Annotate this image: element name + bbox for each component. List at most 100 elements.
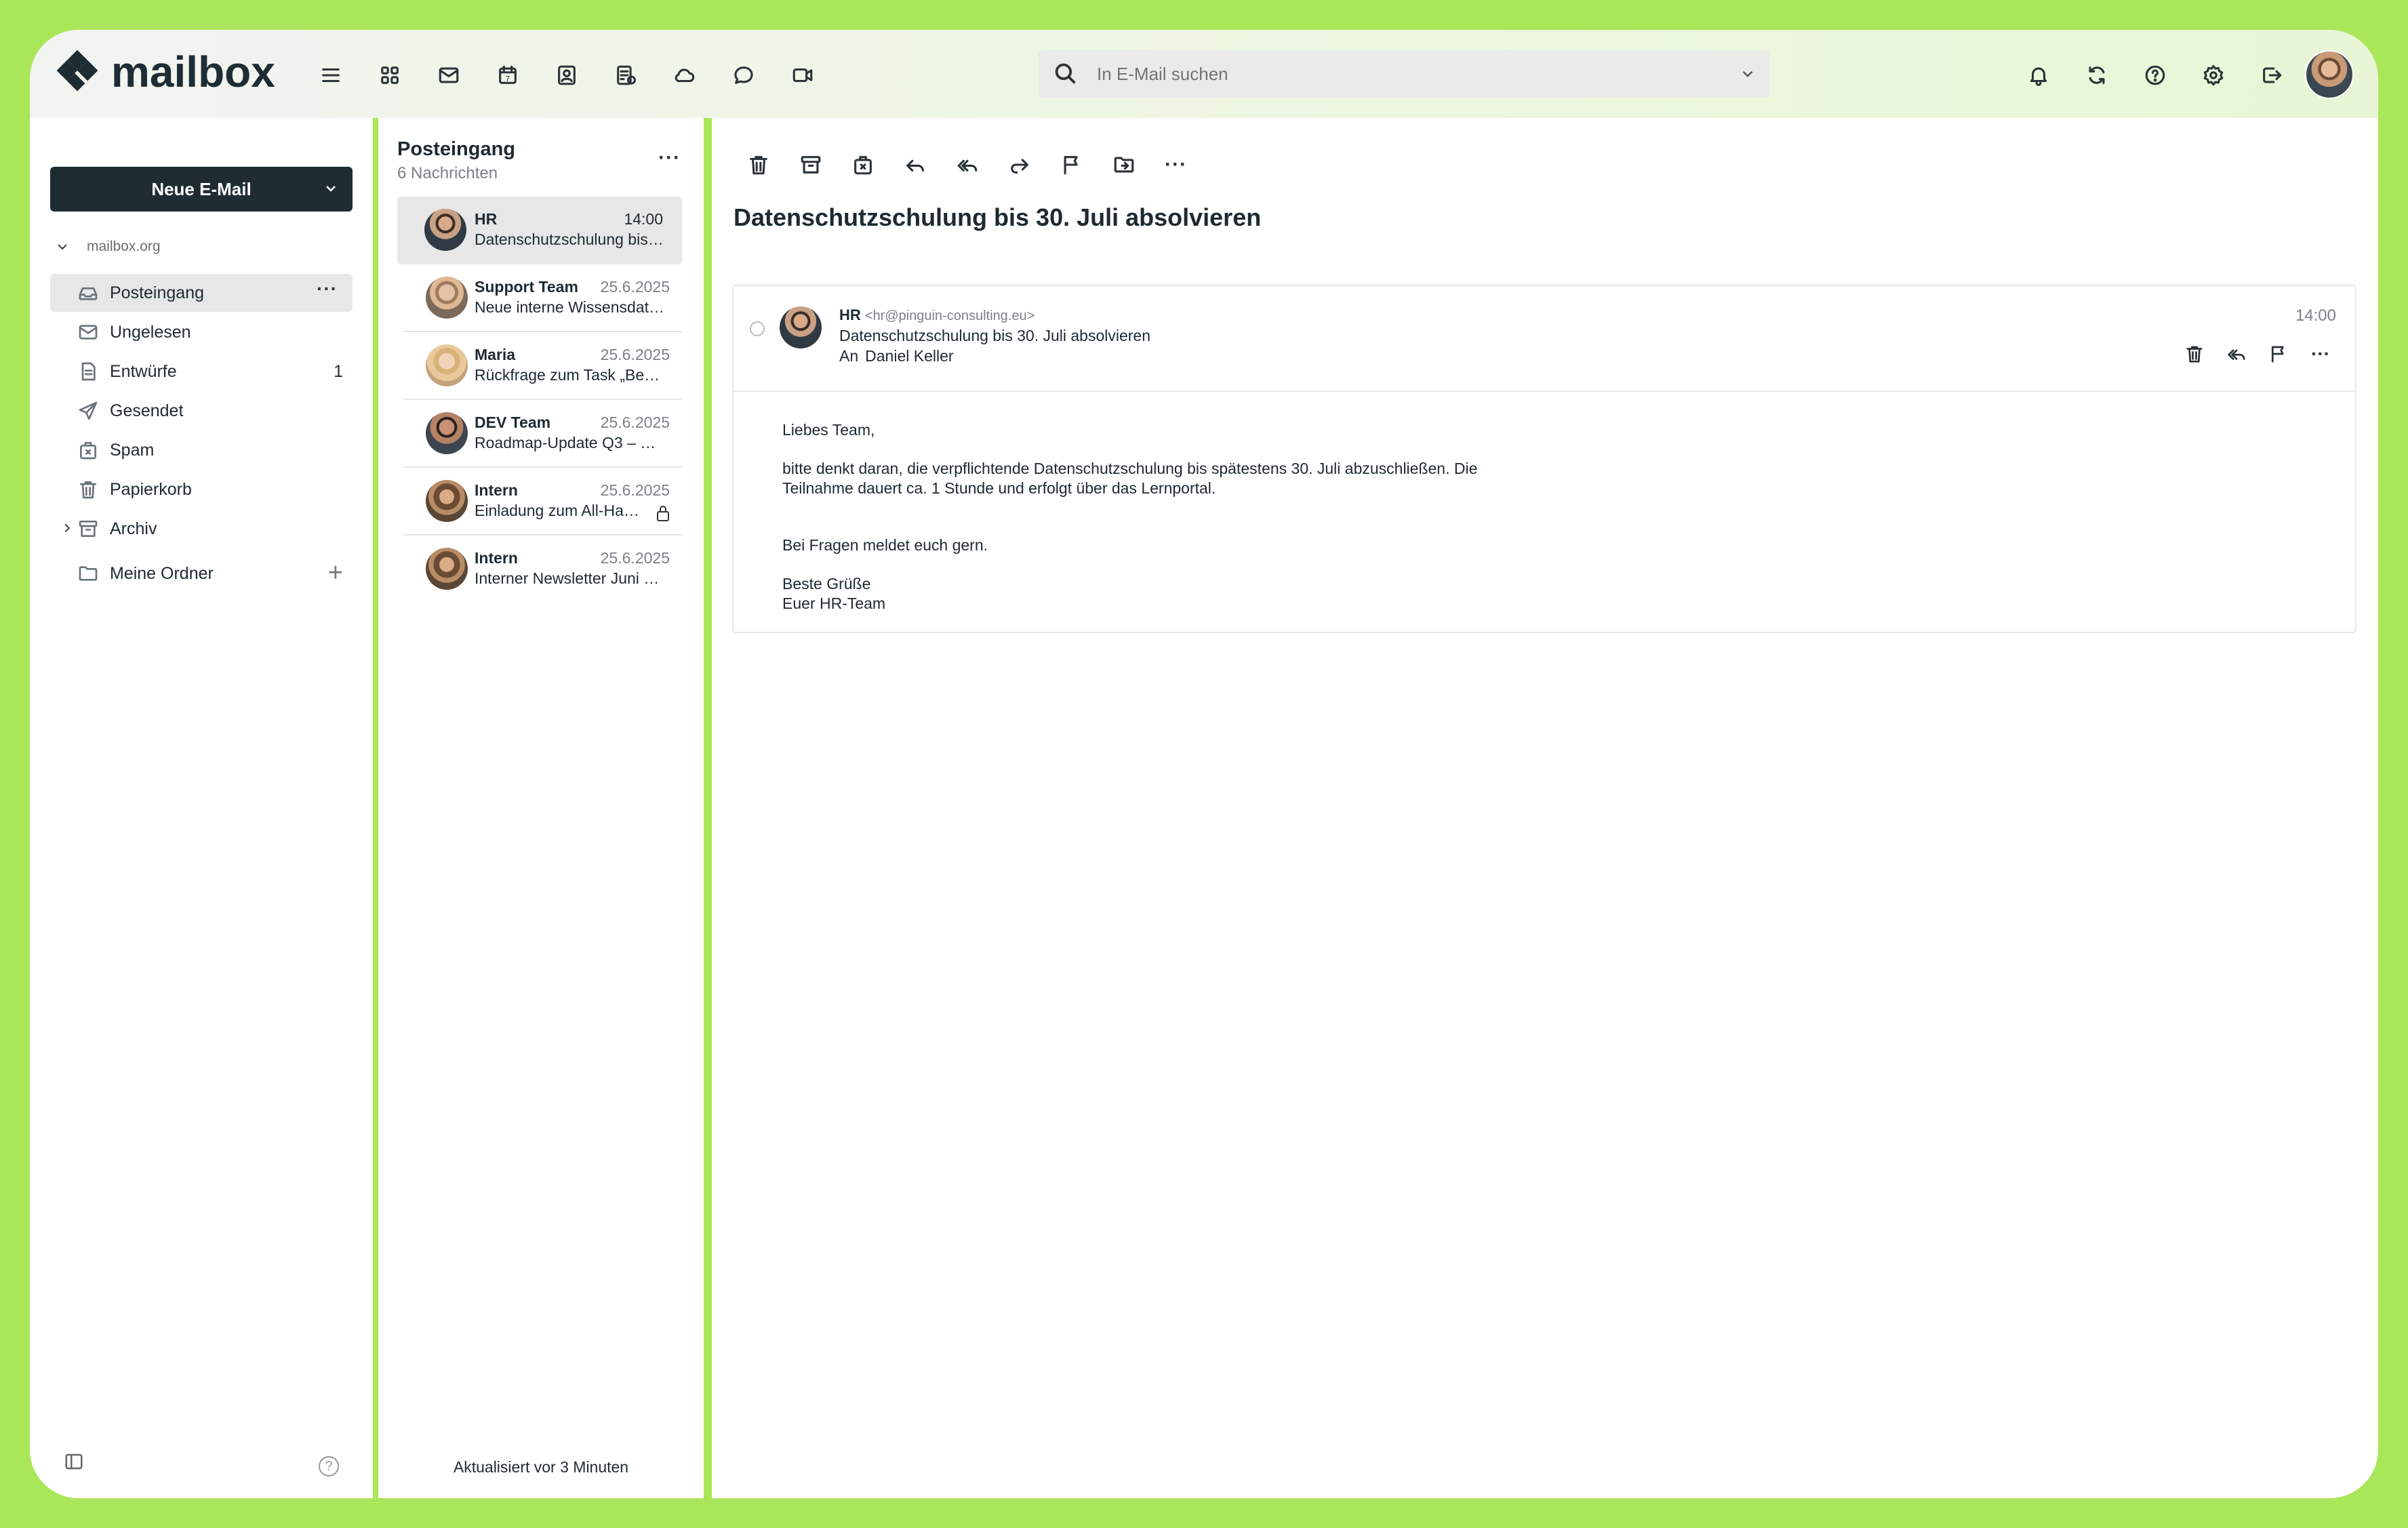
- trash-icon[interactable]: [732, 148, 784, 182]
- new-email-label: Neue E-Mail: [151, 178, 252, 199]
- folder-label: Spam: [110, 440, 155, 460]
- folder-more-icon[interactable]: ···: [317, 278, 338, 300]
- list-status: Aktualisiert vor 3 Minuten: [453, 1458, 629, 1476]
- email-body: Liebes Team, bitte denkt daran, die verp…: [782, 420, 1477, 614]
- mail-icon[interactable]: [419, 57, 478, 94]
- folder-label: Papierkorb: [110, 479, 192, 499]
- reply-all-icon[interactable]: [941, 148, 993, 182]
- forward-icon[interactable]: [993, 148, 1045, 182]
- folder-label: Ungelesen: [110, 322, 191, 342]
- email-recipients: An Daniel Keller: [839, 347, 954, 365]
- message-item[interactable]: HR 14:00 Datenschutzschulung bis 30. Jul…: [397, 197, 682, 264]
- refresh-icon[interactable]: [2068, 57, 2126, 94]
- trash-icon[interactable]: [2173, 340, 2215, 367]
- sender-address: <hr@pinguin-consulting.eu>: [864, 308, 1035, 323]
- chevron-down-icon[interactable]: [323, 180, 339, 201]
- flag-icon[interactable]: [1045, 148, 1098, 182]
- email-card: HR <hr@pinguin-consulting.eu> Datenschutz…: [732, 285, 2356, 633]
- email-sender[interactable]: HR <hr@pinguin-consulting.eu>: [839, 306, 1035, 324]
- more-icon[interactable]: ···: [1150, 148, 1202, 182]
- menu-icon[interactable]: [301, 57, 360, 94]
- folder-trash[interactable]: Papierkorb: [50, 470, 353, 508]
- message-item[interactable]: Intern 25.6.2025 Einladung zum All-Hands…: [397, 468, 689, 536]
- avatar: [426, 548, 468, 590]
- contacts-icon[interactable]: [537, 57, 596, 94]
- message-time: 25.6.2025: [600, 346, 670, 363]
- message-subject: Einladung zum All-Hands-Meeting: [475, 502, 644, 519]
- message-item[interactable]: Maria 25.6.2025 Rückfrage zum Task „Benu…: [397, 332, 689, 400]
- list-title: Posteingang: [397, 138, 516, 160]
- account-name: mailbox.org: [87, 239, 161, 254]
- reply-all-icon[interactable]: [2215, 340, 2258, 367]
- panel-divider: [373, 118, 378, 1498]
- message-list: Posteingang 6 Nachrichten ··· HR 14:00 D…: [378, 118, 704, 1498]
- message-subject: Interner Newsletter Juni 2025: [475, 569, 664, 587]
- top-bar: mailbox 7: [30, 30, 2378, 118]
- flag-icon[interactable]: [2258, 340, 2300, 367]
- folder-drafts[interactable]: Entwürfe 1: [50, 353, 353, 390]
- folder-unread[interactable]: Ungelesen: [50, 313, 353, 351]
- message-item[interactable]: DEV Team 25.6.2025 Roadmap-Update Q3 – B…: [397, 400, 689, 468]
- folder-label: Gesendet: [110, 401, 184, 420]
- folder-archive[interactable]: Archiv: [50, 510, 353, 548]
- sidebar: Neue E-Mail mailbox.org Posteingang ··· …: [30, 118, 373, 1498]
- account-toggle[interactable]: mailbox.org: [54, 239, 161, 255]
- folder-sent[interactable]: Gesendet: [50, 392, 353, 430]
- bell-icon[interactable]: [2009, 57, 2068, 94]
- message-sender: Intern: [475, 549, 518, 567]
- email-subject: Datenschutzschulung bis 30. Juli absolvi…: [839, 327, 1150, 344]
- new-email-button[interactable]: Neue E-Mail: [50, 167, 353, 212]
- body-paragraph: Bei Fragen meldet euch gern.: [782, 536, 988, 554]
- email-header: HR <hr@pinguin-consulting.eu> Datenschutz…: [734, 286, 2355, 392]
- move-icon[interactable]: [1098, 148, 1150, 182]
- mail-icon: [77, 321, 110, 343]
- email-title: Datenschutzschulung bis 30. Juli absolvi…: [734, 203, 1262, 231]
- folder-label: Archiv: [110, 519, 157, 538]
- cloud-icon[interactable]: [655, 57, 714, 94]
- reply-icon[interactable]: [889, 148, 941, 182]
- chat-icon[interactable]: [714, 57, 773, 94]
- avatar: [424, 209, 466, 251]
- select-radio[interactable]: [750, 321, 765, 336]
- avatar: [426, 412, 468, 454]
- chevron-down-icon[interactable]: [1726, 65, 1769, 83]
- logo-text: mailbox: [111, 47, 275, 96]
- sidebar-toggle-icon[interactable]: [64, 1451, 84, 1475]
- my-folders[interactable]: Meine Ordner +: [50, 555, 353, 592]
- message-time: 25.6.2025: [600, 481, 670, 499]
- search-icon: [1039, 61, 1093, 87]
- send-icon: [77, 400, 110, 422]
- chevron-right-icon[interactable]: [60, 521, 75, 540]
- folder-icon: [77, 563, 110, 584]
- search-bar[interactable]: [1039, 50, 1769, 98]
- user-avatar[interactable]: [2305, 50, 2354, 99]
- avatar: [426, 277, 468, 319]
- archive-icon[interactable]: [784, 148, 837, 182]
- video-icon[interactable]: [773, 57, 832, 94]
- recipient-name[interactable]: Daniel Keller: [865, 347, 953, 365]
- spam-icon: [77, 439, 110, 461]
- spam-icon[interactable]: [837, 148, 889, 182]
- more-icon[interactable]: ···: [658, 146, 681, 169]
- add-folder-icon[interactable]: +: [328, 559, 343, 588]
- help-icon[interactable]: ?: [319, 1456, 339, 1476]
- more-icon[interactable]: ···: [2300, 340, 2342, 367]
- help-icon[interactable]: [2126, 57, 2184, 94]
- message-item[interactable]: Support Team 25.6.2025 Neue interne Wiss…: [397, 264, 689, 332]
- message-time: 25.6.2025: [600, 414, 670, 431]
- folder-spam[interactable]: Spam: [50, 431, 353, 469]
- svg-text:7: 7: [505, 75, 509, 83]
- list-count: 6 Nachrichten: [397, 164, 498, 182]
- logo[interactable]: mailbox: [52, 45, 275, 99]
- logout-icon[interactable]: [2243, 57, 2301, 94]
- apps-grid-icon[interactable]: [360, 57, 419, 94]
- message-item[interactable]: Intern 25.6.2025 Interner Newsletter Jun…: [397, 536, 689, 603]
- inbox-icon: [77, 282, 110, 304]
- logo-mark-icon: [56, 49, 98, 92]
- search-input[interactable]: [1093, 63, 1726, 85]
- calendar-icon[interactable]: 7: [478, 57, 537, 94]
- tasks-icon[interactable]: [596, 57, 655, 94]
- settings-icon[interactable]: [2184, 57, 2243, 94]
- folder-inbox[interactable]: Posteingang ···: [50, 274, 353, 312]
- app-window: mailbox 7 In E-Mail suchen Neue E-Mail m…: [30, 30, 2378, 1498]
